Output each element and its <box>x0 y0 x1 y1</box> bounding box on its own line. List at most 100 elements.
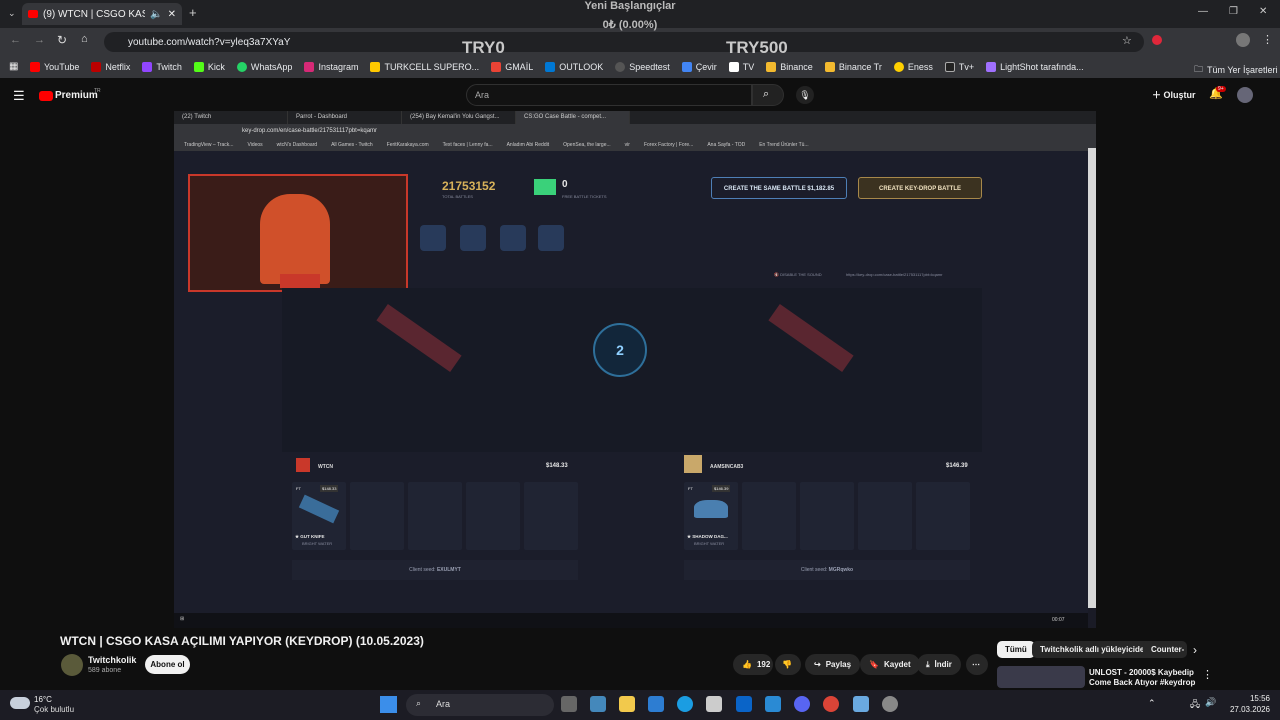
player2-seed: Client seed: MGRqwko <box>684 560 970 580</box>
empty-item-slot <box>350 482 404 550</box>
case-icon <box>538 225 564 251</box>
file-explorer-icon[interactable] <box>619 696 635 712</box>
youtube-logo-icon[interactable] <box>39 91 53 101</box>
save-button[interactable]: 🔖 Kaydet <box>860 654 920 675</box>
recommended-menu-icon[interactable]: ⋮ <box>1202 668 1213 681</box>
player1-bar: WTCN $148.33 <box>290 453 590 481</box>
taskbar-search[interactable]: ⌕ Ara <box>406 694 554 716</box>
more-actions-button[interactable]: ⋯ <box>966 654 988 675</box>
photos-icon[interactable] <box>765 696 781 712</box>
download-button[interactable]: ⤓ İndir <box>917 654 961 675</box>
bookmark-binance[interactable]: Binance <box>766 62 813 72</box>
bookmark-cevir[interactable]: Çevir <box>681 62 717 72</box>
chip-all[interactable]: Tümü <box>997 641 1035 658</box>
edge-icon[interactable] <box>677 696 693 712</box>
share-link[interactable]: https://key-drop.com/case-battle/2175311… <box>846 272 942 277</box>
volume-icon[interactable]: 🔊 <box>1205 697 1216 708</box>
chip-from-uploader[interactable]: Twitchkolik adlı yükleyiciden <box>1032 641 1158 658</box>
bookmark-binance-tr[interactable]: Binance Tr <box>824 62 882 72</box>
weather-desc[interactable]: Çok bulutlu <box>34 705 74 714</box>
tray-chevron-icon[interactable]: ⌃ <box>1148 698 1156 709</box>
outlook-icon[interactable] <box>736 696 752 712</box>
task-view-icon[interactable] <box>561 696 577 712</box>
like-button[interactable]: 👍 192 <box>733 654 773 675</box>
channel-avatar[interactable] <box>61 654 83 676</box>
new-tab-button[interactable]: + <box>189 5 197 20</box>
all-bookmarks[interactable]: 🗀 Tüm Yer İşaretleri <box>1194 62 1278 78</box>
bookmark-star-icon[interactable]: ☆ <box>1122 34 1132 47</box>
tab-search-chevron-icon[interactable]: ⌄ <box>8 8 16 19</box>
bookmark-speedtest[interactable]: Speedtest <box>615 62 670 72</box>
back-icon[interactable]: ← <box>10 34 21 46</box>
maximize-button[interactable]: ❐ <box>1229 6 1238 17</box>
windows-start-icon[interactable] <box>380 696 397 713</box>
inner-address-bar: key-drop.com/en/case-battle/217531117pbt… <box>174 124 1096 139</box>
tab-close-icon[interactable]: ✕ <box>168 9 176 20</box>
chevron-right-icon[interactable]: › <box>1193 643 1197 657</box>
app-icon[interactable] <box>853 696 869 712</box>
weather-temp[interactable]: 16°C <box>34 695 52 704</box>
discord-icon[interactable] <box>794 696 810 712</box>
close-window-button[interactable]: ✕ <box>1259 6 1267 17</box>
recommended-title[interactable]: UNLOST - 20000$ Kaybedip Come Back Atıyo… <box>1089 668 1209 688</box>
bookmark-youtube[interactable]: YouTube <box>30 62 79 72</box>
bookmark-turkcell[interactable]: TURKCELL SUPERO... <box>370 62 479 72</box>
bookmark-instagram[interactable]: Instagram <box>304 62 358 72</box>
inner-scrollbar[interactable] <box>1088 148 1096 608</box>
player2-item-card: FT $146.39 ★ SHADOW DAG... BRIGHT WATER <box>684 482 738 550</box>
dislike-button[interactable]: 👎 <box>775 654 801 675</box>
bookmark-eness[interactable]: Eness <box>893 62 933 72</box>
network-icon[interactable]: 🖧 <box>1190 697 1200 713</box>
minimize-button[interactable]: — <box>1198 6 1208 17</box>
chip-counter[interactable]: Counter- <box>1143 641 1187 658</box>
subscribe-button[interactable]: Abone ol <box>145 655 190 674</box>
bookmarks-bar: ▦ YouTube Netflix Twitch Kick WhatsApp I… <box>0 56 1280 78</box>
player2-amount: $146.39 <box>946 463 968 469</box>
bookmark-lightshot[interactable]: LightShot tarafında... <box>986 62 1084 72</box>
inner-tab: (22) Twitch <box>174 111 288 124</box>
voice-search-icon[interactable]: 🎙 <box>796 86 814 104</box>
youtube-logo-text[interactable]: Premium <box>55 90 98 101</box>
bookmark-tvplus[interactable]: Tv+ <box>944 62 974 72</box>
mail-icon[interactable] <box>648 696 664 712</box>
bookmark-outlook[interactable]: OUTLOOK <box>545 62 603 72</box>
speaker-icon[interactable]: 🔈 <box>150 9 162 20</box>
video-player[interactable]: (22) Twitch Parrot - Dashboard (254) Bay… <box>174 111 1096 628</box>
forward-icon[interactable]: → <box>34 34 45 46</box>
apps-grid-icon[interactable]: ▦ <box>9 61 18 72</box>
url-text: youtube.com/watch?v=yleq3a7XYaY <box>128 36 291 48</box>
bookmark-tv[interactable]: TV <box>728 62 754 72</box>
widgets-icon[interactable] <box>590 696 606 712</box>
chrome-icon[interactable] <box>823 696 839 712</box>
settings-icon[interactable] <box>882 696 898 712</box>
gut-knife-image <box>298 494 340 524</box>
youtube-search-input[interactable]: Ara <box>466 84 752 106</box>
store-icon[interactable] <box>706 696 722 712</box>
menu-icon[interactable]: ⋮ <box>1262 33 1273 46</box>
hamburger-menu-icon[interactable]: ☰ <box>13 88 25 104</box>
bookmark-twitch[interactable]: Twitch <box>142 62 182 72</box>
create-button[interactable]: ＋ Oluştur <box>1152 88 1196 101</box>
system-clock[interactable]: 15:56 27.03.2026 <box>1226 693 1270 715</box>
extension-icon[interactable] <box>1152 35 1162 45</box>
inner-clock: 00:07 <box>1052 617 1065 623</box>
profile-avatar[interactable] <box>1236 33 1250 47</box>
tab-youtube[interactable]: (9) WTCN | CSGO KASA AÇI 🔈 ✕ <box>22 3 182 25</box>
account-avatar[interactable] <box>1237 87 1253 103</box>
disable-sound-toggle[interactable]: 🔇 DISABLE THE SOUND <box>774 272 822 277</box>
create-same-battle-button[interactable]: CREATE THE SAME BATTLE $1,182.85 <box>711 177 847 199</box>
recommended-thumbnail[interactable] <box>997 666 1085 688</box>
reload-icon[interactable]: ↻ <box>57 33 67 47</box>
bookmark-gmail[interactable]: GMAİL <box>491 62 533 72</box>
bookmark-kick[interactable]: Kick <box>193 62 225 72</box>
bookmark-whatsapp[interactable]: WhatsApp <box>236 62 292 72</box>
home-icon[interactable]: ⌂ <box>81 33 88 45</box>
create-keydrop-battle-button[interactable]: CREATE KEY-DROP BATTLE <box>858 177 982 199</box>
item-badge: FT <box>296 486 301 491</box>
share-button[interactable]: ↪ Paylaş <box>805 654 861 675</box>
item-price: $146.39 <box>712 485 731 492</box>
bookmark-netflix[interactable]: Netflix <box>91 62 130 72</box>
channel-name[interactable]: Twitchkolik <box>88 655 136 665</box>
free-tickets-value: 0 <box>562 179 568 190</box>
search-button[interactable]: ⌕ <box>752 84 784 106</box>
